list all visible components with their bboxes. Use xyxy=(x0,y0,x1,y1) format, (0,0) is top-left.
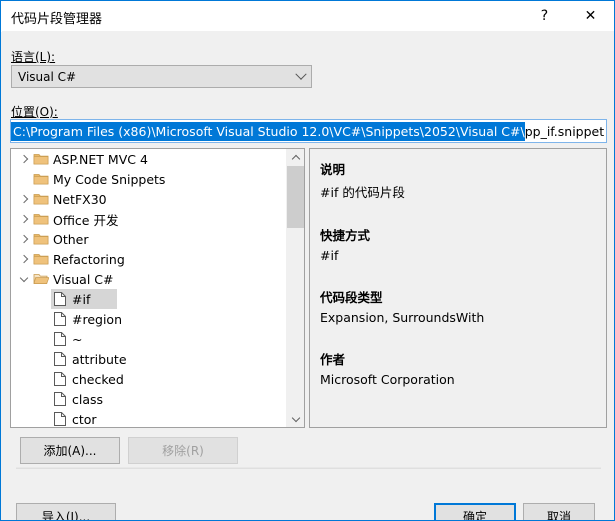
collapse-chevron-down-icon[interactable] xyxy=(15,273,32,284)
tree-item-label: My Code Snippets xyxy=(53,171,166,187)
tree-item-label: Visual C# xyxy=(53,271,114,287)
snippet-file-icon xyxy=(51,291,69,307)
snippet-tree[interactable]: ASP.NET MVC 4 My Code Snippets NetFX30 Offi… xyxy=(10,148,305,428)
location-remaining-text: pp_if.snippet xyxy=(524,123,605,139)
snippet-file-icon xyxy=(51,351,69,367)
remove-button[interactable]: 移除(R) xyxy=(128,437,238,464)
description-value: #if 的代码片段 xyxy=(320,185,405,200)
folder-closed-icon xyxy=(32,252,50,266)
chevron-down-icon xyxy=(291,413,300,422)
shortcut-heading: 快捷方式 xyxy=(320,228,371,243)
tree-item[interactable]: NetFX30 xyxy=(11,189,288,209)
help-button[interactable]: ? xyxy=(522,1,567,30)
tree-item[interactable]: #region xyxy=(11,309,288,329)
folder-closed-icon xyxy=(32,212,50,226)
folder-closed-icon xyxy=(32,172,50,186)
tree-item[interactable]: Refactoring xyxy=(11,249,288,269)
location-input[interactable]: C:\Program Files (x86)\Microsoft Visual … xyxy=(10,119,607,143)
snippet-file-icon xyxy=(51,391,69,407)
location-label: 位置(O): xyxy=(11,103,58,120)
snippet-file-icon xyxy=(51,331,69,347)
expand-chevron-right-icon[interactable] xyxy=(15,254,32,264)
tree-item[interactable]: checked xyxy=(11,369,288,389)
tree-item[interactable]: #if xyxy=(11,289,288,309)
close-icon: ✕ xyxy=(584,7,597,24)
tree-item[interactable]: Office 开发 xyxy=(11,209,288,229)
tree-item[interactable]: ~ xyxy=(11,329,288,349)
language-label: 语言(L): xyxy=(11,48,55,65)
expand-chevron-right-icon[interactable] xyxy=(15,154,32,164)
title-bar: 代码片段管理器 ? ✕ xyxy=(1,1,614,32)
author-value: Microsoft Corporation xyxy=(320,372,455,387)
scroll-down-button[interactable] xyxy=(287,410,304,427)
tree-vertical-scrollbar[interactable] xyxy=(286,149,304,427)
tree-item-label: attribute xyxy=(72,351,127,367)
snippet-type-value: Expansion, SurroundsWith xyxy=(320,310,485,325)
snippet-manager-dialog: 代码片段管理器 ? ✕ 语言(L): Visual C# 位置(O): C:\P… xyxy=(0,0,615,521)
tree-item[interactable]: attribute xyxy=(11,349,288,369)
tree-item[interactable]: ASP.NET MVC 4 xyxy=(11,149,288,169)
question-mark-icon: ? xyxy=(540,7,549,24)
folder-closed-icon xyxy=(32,192,50,206)
tree-item[interactable]: My Code Snippets xyxy=(11,169,288,189)
folder-open-icon xyxy=(32,272,50,286)
tree-item[interactable]: Other xyxy=(11,229,288,249)
tree-item[interactable]: class xyxy=(11,389,288,409)
shortcut-value: #if xyxy=(320,248,339,263)
snippet-details-panel: 说明 #if 的代码片段 快捷方式 #if 代码段类型 Expansion, S… xyxy=(309,148,607,428)
snippet-tree-list: ASP.NET MVC 4 My Code Snippets NetFX30 Offi… xyxy=(11,149,288,427)
footer-separator xyxy=(16,467,601,469)
snippet-file-icon xyxy=(51,371,69,387)
tree-item-label: Refactoring xyxy=(53,251,125,267)
close-button[interactable]: ✕ xyxy=(568,1,613,30)
chevron-up-icon xyxy=(291,154,300,163)
ok-button[interactable]: 确定 xyxy=(434,503,516,520)
add-button[interactable]: 添加(A)... xyxy=(20,437,120,464)
tree-item[interactable]: Visual C# xyxy=(11,269,288,289)
scrollbar-thumb[interactable] xyxy=(287,166,304,228)
snippet-type-heading: 代码段类型 xyxy=(320,290,383,305)
expand-chevron-right-icon[interactable] xyxy=(15,234,32,244)
tree-item-label: #if xyxy=(72,291,91,307)
folder-closed-icon xyxy=(32,152,50,166)
language-label-text: 语言(L): xyxy=(11,50,56,64)
author-heading: 作者 xyxy=(320,352,346,367)
tree-item[interactable]: ctor xyxy=(11,409,288,427)
location-label-text: 位置(O): xyxy=(11,105,58,119)
window-title: 代码片段管理器 xyxy=(11,12,103,27)
dialog-body: 语言(L): Visual C# 位置(O): C:\Program Files… xyxy=(2,31,614,520)
tree-item-label: checked xyxy=(72,371,124,387)
tree-item-label: ~ xyxy=(72,331,83,347)
tree-item-label: Office 开发 xyxy=(53,212,119,228)
snippet-file-icon xyxy=(51,311,69,327)
snippet-file-icon xyxy=(51,411,69,427)
import-button[interactable]: 导入(I)... xyxy=(16,503,116,520)
tree-item-label: NetFX30 xyxy=(53,191,107,207)
description-heading: 说明 xyxy=(320,162,346,177)
tree-item-label: ASP.NET MVC 4 xyxy=(53,151,148,167)
tree-item-label: #region xyxy=(72,311,123,327)
folder-closed-icon xyxy=(32,232,50,246)
language-combobox-value: Visual C# xyxy=(18,69,77,84)
expand-chevron-right-icon[interactable] xyxy=(15,194,32,204)
tree-item-label: ctor xyxy=(72,411,97,427)
scroll-up-button[interactable] xyxy=(287,149,304,166)
tree-item-label: Other xyxy=(53,231,89,247)
language-combobox[interactable]: Visual C# xyxy=(11,65,312,88)
chevron-down-icon xyxy=(291,68,311,81)
tree-item-label: class xyxy=(72,391,104,407)
cancel-button[interactable]: 取消 xyxy=(523,503,595,520)
expand-chevron-right-icon[interactable] xyxy=(15,214,32,224)
location-selected-text: C:\Program Files (x86)\Microsoft Visual … xyxy=(11,121,525,141)
